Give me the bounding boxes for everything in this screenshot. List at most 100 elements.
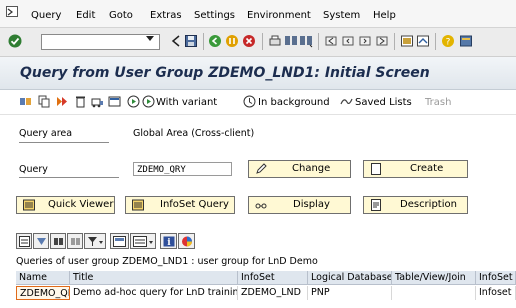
create-label: Create [410, 163, 444, 174]
execute-with-variant-icon[interactable] [142, 95, 155, 108]
table-row-cell-infoset[interactable]: ZDEMO_LND [238, 286, 308, 300]
menu-bar: Query Edit Goto Extras Settings Environm… [0, 0, 516, 28]
table-row-cell-title[interactable]: Demo ad-hoc query for LnD training [70, 286, 238, 300]
pie-chart-icon [182, 236, 192, 247]
query-area-label-underline [19, 142, 109, 143]
back-arrow-icon[interactable] [169, 34, 183, 48]
menu-settings[interactable]: Settings [194, 10, 235, 21]
query-input[interactable]: ZDEMO_QRY [133, 162, 232, 176]
table-row-cell-table-view-join[interactable] [392, 286, 476, 300]
find-button[interactable] [50, 233, 66, 249]
next-page-icon[interactable] [358, 34, 372, 48]
display-label: Display [293, 199, 330, 210]
in-background-button[interactable]: In background [258, 97, 330, 108]
delete-icon[interactable] [74, 95, 87, 108]
new-session-icon[interactable] [400, 34, 414, 48]
column-header-table-view-join[interactable]: Table/View/Join [392, 271, 476, 285]
last-page-icon[interactable] [375, 34, 389, 48]
infoset-query-label: InfoSet Query [160, 199, 229, 210]
glasses-icon [255, 203, 267, 209]
query-area-value: Global Area (Cross-client) [133, 128, 255, 139]
save-icon[interactable] [184, 34, 198, 48]
menu-extras[interactable]: Extras [150, 10, 182, 21]
execute-icon[interactable] [127, 95, 140, 108]
shortcut-icon[interactable] [416, 34, 430, 48]
trash-button: Trash [425, 97, 452, 108]
command-history-dropdown-icon[interactable] [146, 36, 154, 41]
description-button[interactable]: Description [363, 196, 468, 214]
column-header-title[interactable]: Title [70, 271, 238, 285]
menu-goto[interactable]: Goto [109, 10, 133, 21]
infoset-query-icon [132, 199, 144, 211]
description-document-icon [371, 199, 381, 211]
print-icon[interactable] [268, 34, 282, 48]
column-header-logical-database[interactable]: Logical Database [308, 271, 392, 285]
export-button[interactable] [130, 233, 156, 249]
table-row-cell-logical-database[interactable]: PNP [308, 286, 392, 300]
application-toolbar: With variant In background Saved Lists T… [0, 90, 516, 115]
filter-icon [88, 237, 103, 246]
menu-environment[interactable]: Environment [247, 10, 311, 21]
execute-in-background-icon[interactable] [243, 95, 256, 108]
first-page-icon[interactable] [324, 34, 338, 48]
display-list-icon[interactable] [108, 95, 121, 108]
export-icon [133, 236, 153, 247]
find-next-icon[interactable] [299, 34, 313, 48]
with-variant-button[interactable]: With variant [156, 97, 217, 108]
change-label: Change [292, 163, 331, 174]
customize-layout-icon[interactable] [459, 34, 473, 48]
transport-icon[interactable] [91, 95, 104, 108]
create-button[interactable]: Create [363, 160, 468, 178]
filter-button[interactable] [84, 233, 106, 249]
exit-icon[interactable] [225, 34, 239, 48]
query-area-label: Query area [19, 128, 73, 139]
help-icon[interactable]: ? [441, 34, 455, 48]
find-next-icon [71, 238, 80, 245]
command-input[interactable] [42, 35, 146, 47]
saved-lists-button[interactable]: Saved Lists [355, 97, 412, 108]
svg-text:?: ? [446, 38, 451, 48]
print-preview-button[interactable] [110, 233, 129, 249]
title-bar: Query from User Group ZDEMO_LND1: Initia… [0, 57, 516, 90]
table-row-cell-infoset-2[interactable]: Infoset [476, 286, 516, 300]
information-button[interactable]: i [160, 233, 177, 249]
standard-toolbar: ? [0, 28, 516, 57]
description-label: Description [400, 199, 457, 210]
details-icon [19, 236, 30, 247]
graphic-button[interactable] [178, 233, 195, 249]
query-label: Query [19, 164, 48, 175]
find-icon[interactable] [284, 34, 298, 48]
sort-button[interactable] [33, 233, 49, 249]
rename-icon[interactable] [56, 95, 69, 108]
menu-edit[interactable]: Edit [76, 10, 95, 21]
quick-viewer-button[interactable]: Quick Viewer [16, 196, 115, 214]
grid-title: Queries of user group ZDEMO_LND1 : user … [16, 256, 318, 267]
menu-system[interactable]: System [323, 10, 360, 21]
sort-icon [37, 238, 46, 245]
binoculars-icon [54, 238, 63, 245]
other-user-group-icon[interactable] [19, 95, 32, 108]
menu-query[interactable]: Query [31, 10, 61, 21]
column-header-infoset[interactable]: InfoSet [238, 271, 308, 285]
details-button[interactable] [16, 233, 32, 249]
column-header-name[interactable]: Name [16, 271, 70, 285]
column-header-infoset-2[interactable]: InfoSet [476, 271, 516, 285]
previous-page-icon[interactable] [341, 34, 355, 48]
new-document-icon [371, 163, 381, 175]
sap-menu-icon[interactable] [6, 6, 18, 17]
copy-icon[interactable] [38, 95, 51, 108]
back-green-icon[interactable] [208, 34, 222, 48]
table-row-cell-name[interactable]: ZDEMO_QRY [16, 286, 70, 300]
infoset-query-button[interactable]: InfoSet Query [125, 196, 235, 214]
saved-lists-icon[interactable] [340, 95, 353, 108]
cancel-icon[interactable] [242, 34, 256, 48]
svg-text:i: i [167, 238, 171, 247]
display-button[interactable]: Display [248, 196, 351, 214]
grid-toolbar: i [16, 232, 516, 252]
quick-viewer-label: Quick Viewer [48, 199, 114, 210]
change-button[interactable]: Change [248, 160, 351, 178]
find-next-grid-button[interactable] [67, 233, 83, 249]
menu-help[interactable]: Help [373, 10, 396, 21]
enter-checkmark-icon[interactable] [8, 34, 22, 48]
command-field[interactable] [41, 34, 160, 50]
